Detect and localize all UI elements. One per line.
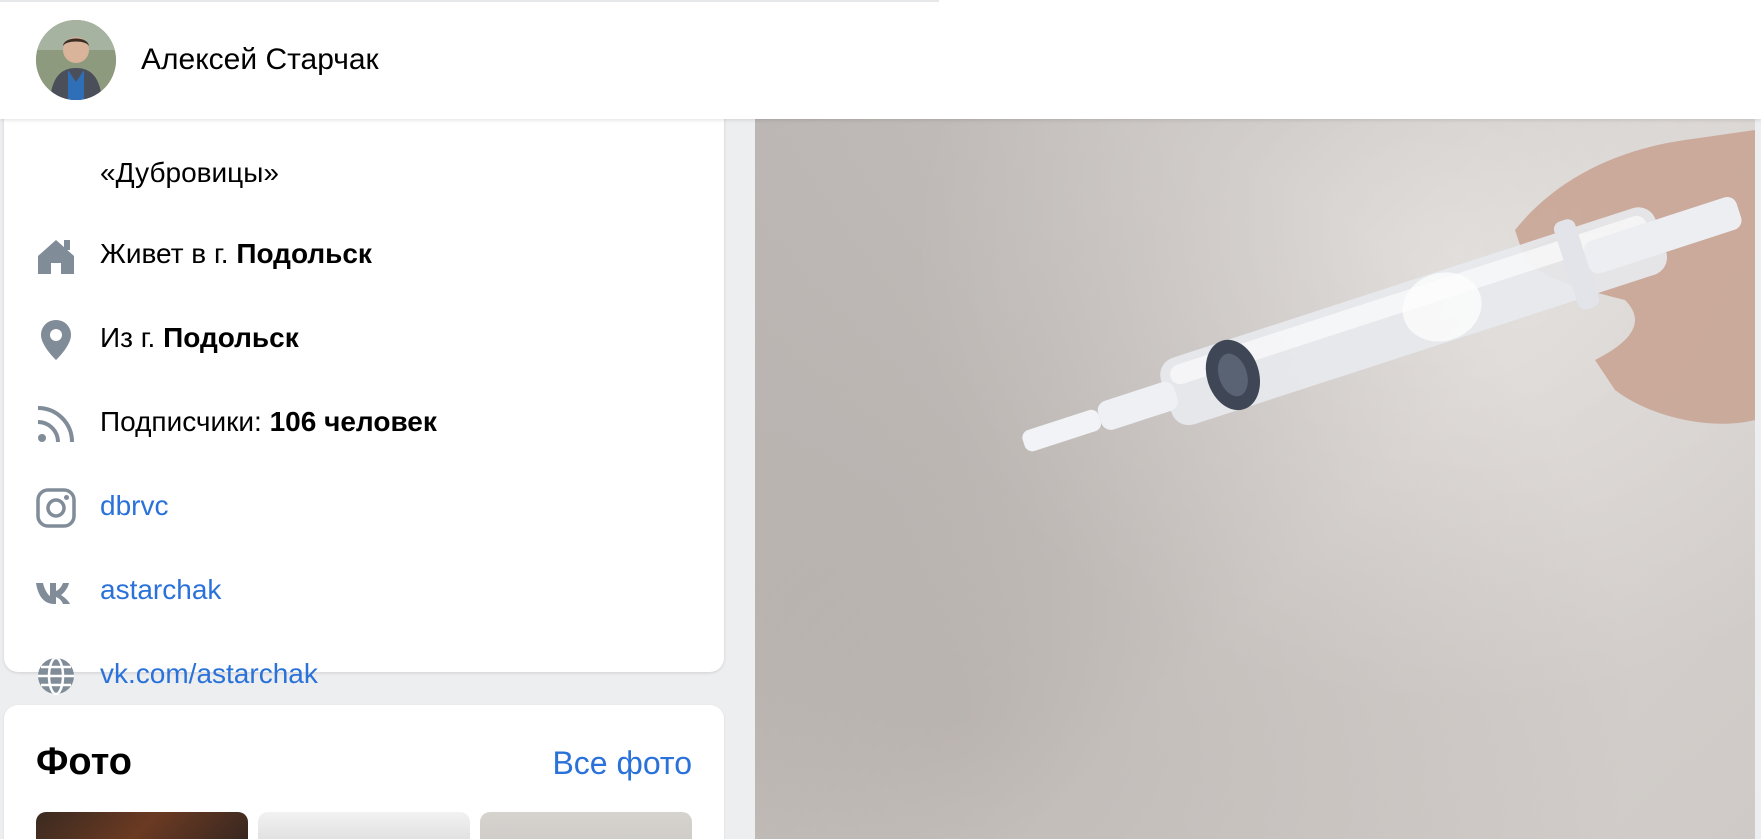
website-link[interactable]: vk.com/astarchak xyxy=(100,654,318,694)
info-label-from: Из г. xyxy=(100,322,164,353)
info-value-lives-in: Подольск xyxy=(236,238,372,269)
instagram-icon xyxy=(34,486,78,530)
photo-thumbnail[interactable] xyxy=(480,812,692,839)
location-pin-icon xyxy=(34,318,78,362)
info-row-followers[interactable]: Подписчики: 106 человек xyxy=(4,390,724,450)
instagram-link[interactable]: dbrvc xyxy=(100,486,168,526)
profile-name[interactable]: Алексей Старчак xyxy=(141,40,379,80)
photos-title: Фото xyxy=(36,741,133,783)
media-viewer[interactable] xyxy=(755,0,1755,839)
photos-section: Фото Все фото xyxy=(4,705,724,839)
syringe-video-frame xyxy=(1022,130,1755,452)
info-label-lives-in: Живет в г. xyxy=(100,238,237,269)
home-icon xyxy=(34,234,78,278)
info-row-instagram[interactable]: dbrvc xyxy=(4,474,724,534)
all-photos-link[interactable]: Все фото xyxy=(552,741,692,785)
profile-page: «Дубровицы» Живет в г. Подольск Из г. По… xyxy=(0,0,1761,839)
info-row-website[interactable]: vk.com/astarchak xyxy=(4,642,724,702)
clipped-info-text: «Дубровицы» xyxy=(100,157,279,188)
info-value-from: Подольск xyxy=(163,322,299,353)
avatar[interactable] xyxy=(36,20,116,100)
photo-thumbnail[interactable] xyxy=(36,812,248,839)
info-row-from: Из г. Подольск xyxy=(4,306,724,366)
profile-info-card: «Дубровицы» Живет в г. Подольск Из г. По… xyxy=(4,60,724,696)
photo-thumbnail[interactable] xyxy=(258,812,470,839)
rss-icon xyxy=(34,402,78,446)
profile-header: Алексей Старчак xyxy=(0,0,1761,119)
vk-icon xyxy=(34,570,78,614)
info-row-vk[interactable]: astarchak xyxy=(4,558,724,618)
globe-icon xyxy=(34,654,78,698)
info-row-lives-in: Живет в г. Подольск xyxy=(4,222,724,282)
vk-profile-link[interactable]: astarchak xyxy=(100,570,221,610)
info-label-followers: Подписчики: xyxy=(100,406,270,437)
info-value-followers: 106 человек xyxy=(269,406,437,437)
